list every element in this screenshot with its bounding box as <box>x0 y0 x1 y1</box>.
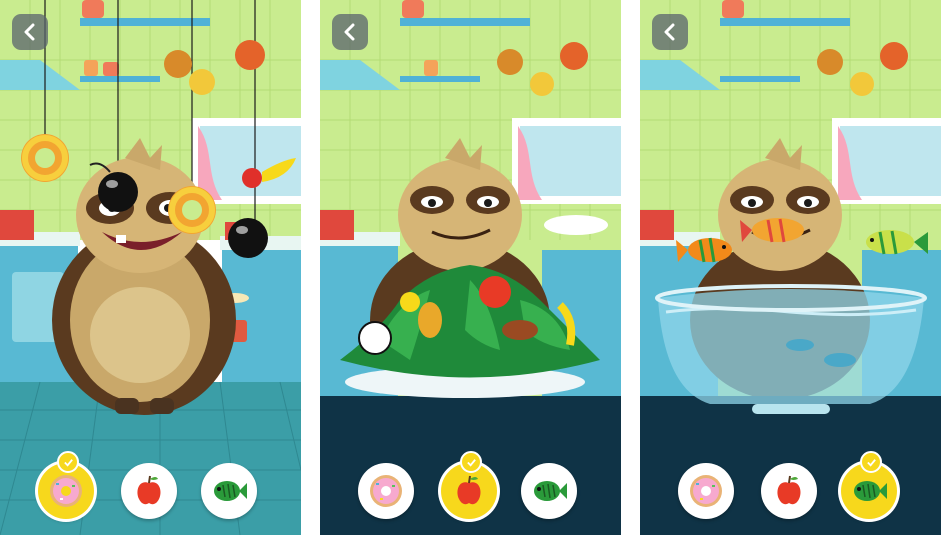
cookie <box>189 69 215 95</box>
hanging-bomb <box>228 218 268 258</box>
food-donut-button[interactable] <box>38 451 94 519</box>
back-button[interactable] <box>332 14 368 50</box>
fish-icon <box>534 481 567 501</box>
food-apple-button[interactable] <box>121 463 177 519</box>
kitchen-scene <box>640 0 941 535</box>
aquarium-screen <box>640 0 941 535</box>
checkmark-icon <box>57 451 79 473</box>
checkmark-icon <box>860 451 882 473</box>
salad-screen <box>320 0 621 535</box>
chevron-left-icon <box>664 23 675 41</box>
window-glass <box>520 126 621 196</box>
app-screenshot-collage <box>0 0 941 535</box>
back-button[interactable] <box>652 14 688 50</box>
donut-icon <box>370 475 402 507</box>
hanging-donut <box>168 186 216 234</box>
cookie <box>497 49 523 75</box>
food-fish-button[interactable] <box>201 463 257 519</box>
kitchen-scene <box>0 0 301 535</box>
fish-icon <box>854 481 887 501</box>
lower-shelf <box>400 76 480 82</box>
lower-shelf <box>80 76 160 82</box>
chevron-left-icon <box>344 23 355 41</box>
fruit-tomato <box>242 168 262 188</box>
donut-icon <box>690 475 722 507</box>
aquarium-bowl <box>655 284 927 414</box>
food-fish-button[interactable] <box>841 451 897 519</box>
cookie <box>164 50 192 78</box>
cup <box>424 60 438 76</box>
cookie <box>850 72 874 96</box>
checkmark-icon <box>460 451 482 473</box>
pot <box>640 210 674 240</box>
apple-icon <box>777 475 801 505</box>
food-donut-button[interactable] <box>358 463 414 519</box>
cup <box>103 62 119 76</box>
chevron-left-icon <box>24 23 35 41</box>
fish-icon <box>214 481 247 501</box>
food-apple-button[interactable] <box>761 463 817 519</box>
apple-icon <box>137 475 161 505</box>
cookie <box>880 42 908 70</box>
cookie <box>530 72 554 96</box>
jar <box>82 0 104 18</box>
fruit-bowl <box>544 215 608 235</box>
jar <box>722 0 744 18</box>
window-glass <box>840 126 941 196</box>
food-donut-button[interactable] <box>678 463 734 519</box>
lower-shelf <box>720 76 800 82</box>
jar <box>402 0 424 18</box>
hanging-donut <box>21 134 69 182</box>
upper-shelf <box>80 18 210 26</box>
cup <box>84 60 98 76</box>
apple-icon <box>457 475 481 505</box>
cookie <box>817 49 843 75</box>
play-screen <box>0 0 301 535</box>
upper-shelf <box>400 18 530 26</box>
donut-icon <box>50 475 82 507</box>
back-button[interactable] <box>12 14 48 50</box>
food-fish-button[interactable] <box>521 463 577 519</box>
pot <box>0 210 34 240</box>
cookie <box>235 40 265 70</box>
cookie <box>560 42 588 70</box>
pot <box>320 210 354 240</box>
food-apple-button[interactable] <box>441 451 497 519</box>
upper-shelf <box>720 18 850 26</box>
